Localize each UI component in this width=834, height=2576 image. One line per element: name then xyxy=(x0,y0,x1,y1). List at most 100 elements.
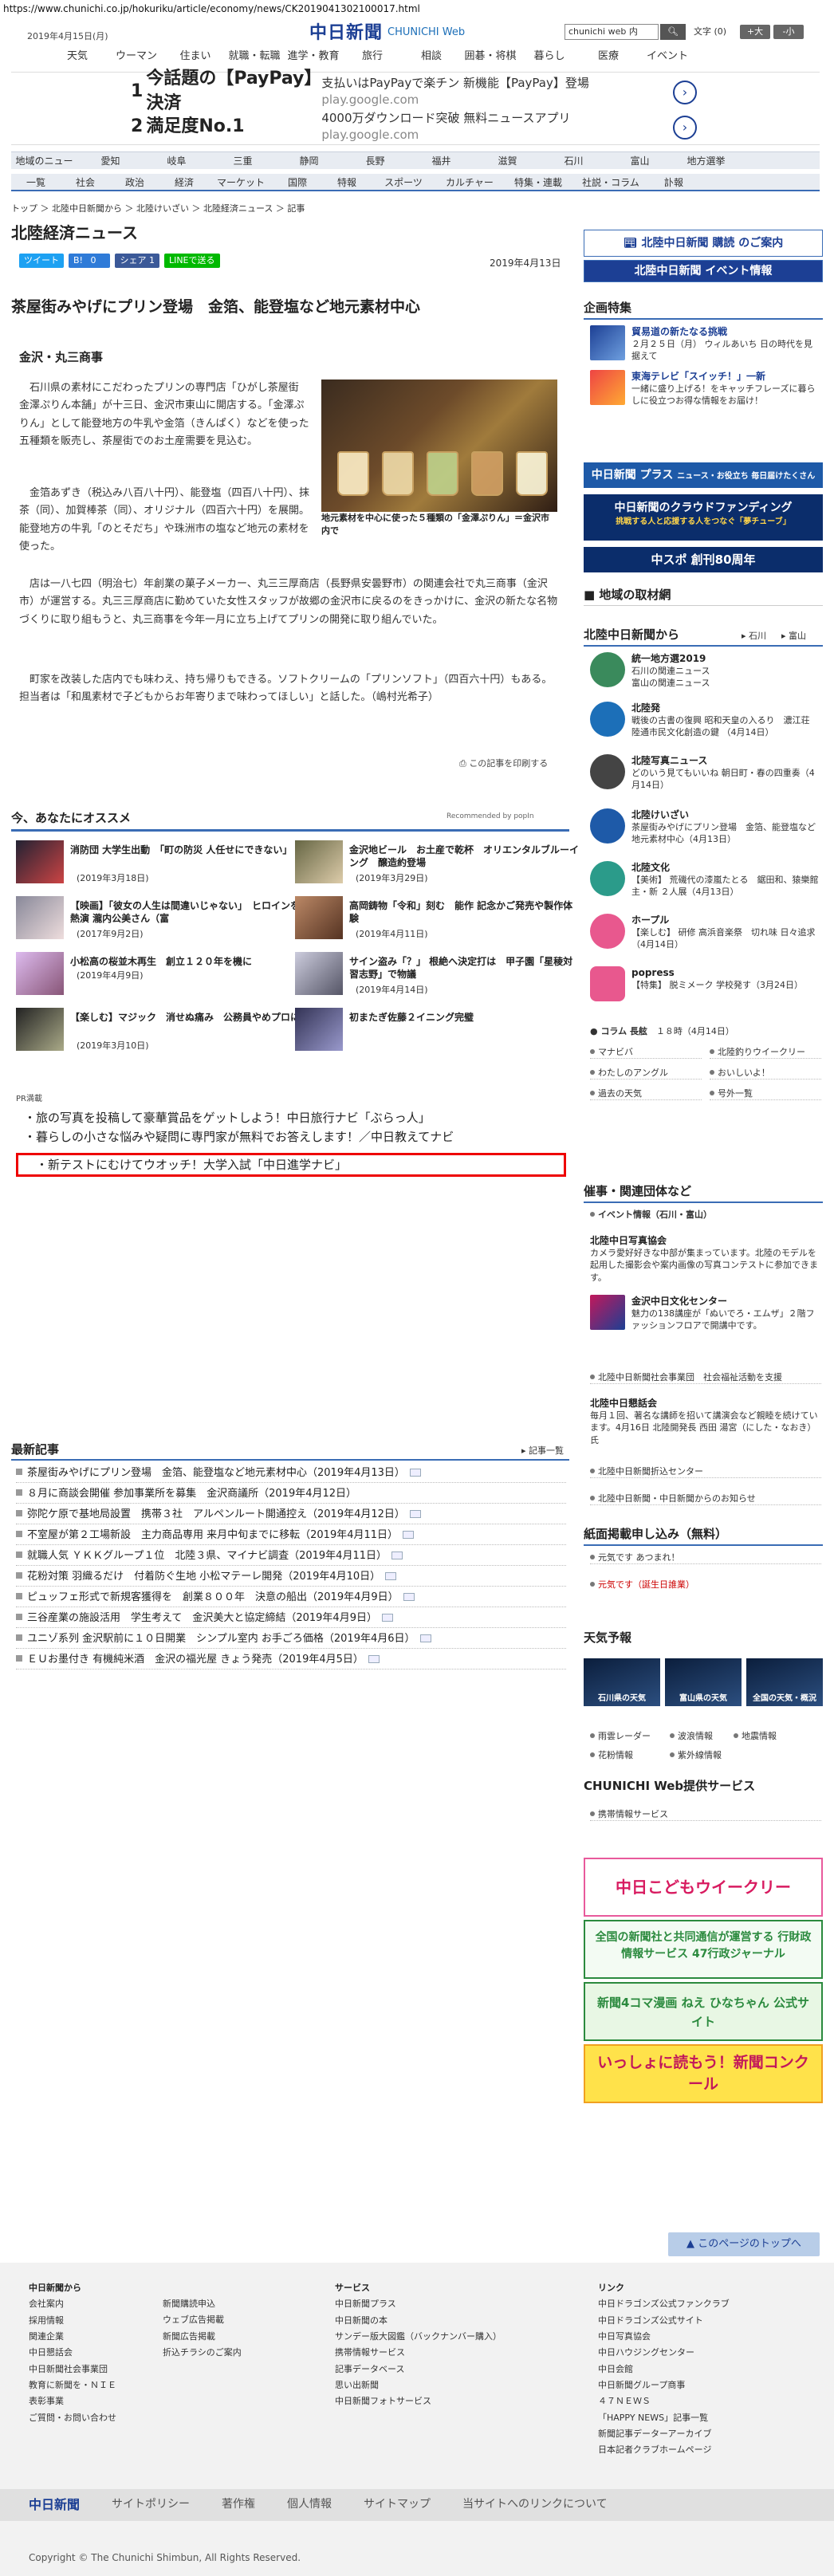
recommend-item-title[interactable]: 小松高の桜並木再生 創立１２０年を機に xyxy=(70,955,301,968)
jigyo-item[interactable]: 北陸中日写真協会 カメラ愛好好きな中部が集まっています。北陸のモデルを起用した撮… xyxy=(590,1234,821,1290)
links-grid-item[interactable]: 号外一覧 xyxy=(710,1087,821,1101)
region-item[interactable]: 静岡 xyxy=(276,152,342,169)
category-item[interactable]: 特報 xyxy=(322,174,372,190)
latest-item[interactable]: ＥＵお墨付き 有機純米酒 金沢の福光屋 きょう発売（2019年4月5日） xyxy=(16,1650,566,1669)
nie-contest-banner[interactable]: いっしょに読もう！新聞コンクール xyxy=(584,2044,823,2103)
hokuriku-item[interactable]: 統一地方選2019 石川の関連ニュース 富山の関連ニュース xyxy=(590,652,821,694)
topnav-item[interactable]: 進学・教育 xyxy=(284,49,343,67)
topnav-item[interactable]: 暮らし xyxy=(520,49,579,67)
region-item[interactable]: 地域のニュース xyxy=(11,152,77,184)
crowdfunding-banner[interactable]: 中日新聞のクラウドファンディング 挑戦する人と応援する人をつなぐ「夢チューブ」 xyxy=(584,494,823,541)
jigyo-link[interactable]: 北陸中日新聞折込センター xyxy=(590,1465,821,1479)
footer-bar-link[interactable]: 著作権 xyxy=(222,2497,255,2513)
region-item[interactable]: 長野 xyxy=(342,152,408,169)
footer-link[interactable]: 中日写真協会 xyxy=(598,2329,730,2345)
recommend-item[interactable]: 小松高の桜並木再生 創立１２０年を機に (2019年4月9日) xyxy=(16,952,287,997)
category-item[interactable]: 特集・連載 xyxy=(504,174,572,190)
region-item[interactable]: 三重 xyxy=(210,152,276,169)
recommend-item-title[interactable]: 【楽しむ】マジック 消せぬ痛み 公務員やめプロに xyxy=(70,1011,301,1024)
weather-link[interactable]: 地震情報 xyxy=(734,1730,777,1742)
hokuriku-item[interactable]: popress 【特集】 脱ミメーク 学校発す（3月24日） xyxy=(590,966,821,1008)
breadcrumb[interactable]: トップ ＞ 北陸中日新聞から ＞ 北陸けいざい ＞ 北陸経済ニュース ＞ 記事 xyxy=(11,203,305,214)
tweet-button[interactable]: ツイート xyxy=(19,254,64,268)
topnav-item[interactable]: 医療 xyxy=(579,49,638,67)
category-item[interactable]: 経済 xyxy=(159,174,209,190)
topnav-item[interactable]: 囲碁・将棋 xyxy=(461,49,520,67)
category-item[interactable]: 社説・コラム xyxy=(572,174,649,190)
ad-text[interactable]: 支払いはPayPayで楽チン 新機能【PayPay】登場 play.google… xyxy=(321,75,624,108)
hokuriku-item[interactable]: ホープル 【楽しむ】 研修 高浜音楽祭 切れ味 日々追求（4月14日） xyxy=(590,914,821,955)
footer-link[interactable]: ご質問・お問い合わせ xyxy=(29,2410,116,2426)
footer-link[interactable]: 折込チラシのご案内 xyxy=(163,2345,242,2361)
topnav-item[interactable]: ウーマン xyxy=(107,49,166,67)
kamen-link[interactable]: 元気です（誕生日誰業） xyxy=(590,1579,821,1591)
footer-link[interactable]: 表彰事業 xyxy=(29,2393,116,2409)
category-item[interactable]: マーケット xyxy=(209,174,273,190)
footer-link[interactable]: 中日新聞の本 xyxy=(335,2313,502,2329)
footer-bar-link[interactable]: 個人情報 xyxy=(287,2497,332,2513)
ad-headline[interactable]: 今話題の【PayPay】決済 xyxy=(146,67,321,116)
footer-link[interactable]: 新聞広告掲載 xyxy=(163,2329,242,2345)
gyozaisei-banner[interactable]: 全国の新聞社と共同通信が運営する 行財政情報サービス 47行政ジャーナル xyxy=(584,1920,823,1979)
region-item[interactable]: 岐阜 xyxy=(144,152,210,169)
footer-link[interactable]: 「HAPPY NEWS」記事一覧 xyxy=(598,2410,730,2426)
region-item[interactable]: 石川 xyxy=(541,152,607,169)
search-button[interactable]: 🔍︎ xyxy=(660,24,686,40)
footer-link[interactable]: 日本記者クラブホームページ xyxy=(598,2442,730,2458)
facebook-share-button[interactable]: シェア 1 xyxy=(115,254,159,268)
footer-link[interactable]: 中日新聞社会事業団 xyxy=(29,2362,116,2377)
site-logo[interactable]: 中日新聞 CHUNICHI Web xyxy=(309,22,525,43)
ad-row-1[interactable]: 1 今話題の【PayPay】決済 支払いはPayPayで楽チン 新機能【PayP… xyxy=(131,69,624,113)
recommend-item-title[interactable]: 初またぎ佐藤２イニング完璧 xyxy=(349,1011,580,1024)
footer-link[interactable]: 中日新聞グループ商事 xyxy=(598,2377,730,2393)
column-link[interactable]: ● コラム 長舷 １８時（4月14日） xyxy=(590,1025,734,1037)
footer-bar-link[interactable]: サイトマップ xyxy=(364,2497,431,2513)
latest-item[interactable]: ピュッフェ形式で新規客獲得を 創業８００年 決意の船出（2019年4月9日） xyxy=(16,1588,566,1607)
footer-link[interactable]: 記事データベース xyxy=(335,2362,502,2377)
latest-item[interactable]: 就職人気 ＹＫＫグループ１位 北陸３県、マイナビ調査（2019年4月11日） xyxy=(16,1547,566,1566)
links-grid-item[interactable]: わたしのアングル xyxy=(590,1067,702,1080)
links-grid-item[interactable]: おいしいよ！ xyxy=(710,1067,821,1080)
footer-link[interactable]: 教育に新聞を・ＮＩＥ xyxy=(29,2377,116,2393)
pr-link[interactable]: ・旅の写真を投稿して豪華賞品をゲットしよう！中日旅行ナビ「ぶらっ人」 xyxy=(24,1110,431,1127)
font-smaller-button[interactable]: -小 xyxy=(773,25,804,39)
latest-item[interactable]: 花粉対策 羽織るだけ 付着防ぐ生地 小松マテーレ開発（2019年4月10日） xyxy=(16,1567,566,1587)
kodomo-weekly-banner[interactable]: 中日こどもウイークリー xyxy=(584,1858,823,1917)
article-photo[interactable] xyxy=(321,380,557,512)
weather-national[interactable]: 全国の天気・概況 xyxy=(746,1658,823,1706)
recommend-item[interactable]: サイン盗み「？」 根絶へ決定打は 甲子園「星稜対習志野」で物議 (2019年4月… xyxy=(295,952,572,997)
hokuriku-item[interactable]: 北陸写真ニュース どのいう見てもいいね 朝日町・春の四重奏（4月14日） xyxy=(590,754,821,796)
footer-link[interactable]: 中日会館 xyxy=(598,2362,730,2377)
latest-more-link[interactable]: ▸ 記事一覧 xyxy=(521,1445,564,1457)
recommend-item[interactable]: 【映画】「彼女の人生は間違いじゃない」 ヒロインを熱演 瀧内公美さん（富 (20… xyxy=(16,896,300,941)
footer-link[interactable]: 思い出新聞 xyxy=(335,2377,502,2393)
pr-link-highlighted[interactable]: ・新テストにむけてウオッチ！大学入試「中日進学ナビ」 xyxy=(16,1153,566,1177)
latest-item[interactable]: ８月に商談会開催 参加事業所を募集 金沢商議所（2019年4月12日） xyxy=(16,1485,566,1504)
category-item[interactable]: 社会 xyxy=(61,174,110,190)
ad-text[interactable]: 4000万ダウンロード突破 無料ニュースアプリ play.google.com xyxy=(321,110,624,144)
weather-link[interactable]: 花粉情報 xyxy=(590,1749,633,1761)
category-item[interactable]: 政治 xyxy=(110,174,159,190)
footer-link[interactable]: 中日新聞プラス xyxy=(335,2296,502,2312)
service-link[interactable]: 携帯情報サービス xyxy=(590,1808,821,1822)
topnav-item[interactable]: 天気 xyxy=(48,49,107,67)
jigyo-item[interactable]: 金沢中日文化センター 魅力の138講座が「ぬいでろ・エムザ」２階ファッションフロ… xyxy=(590,1295,821,1343)
recommend-item-title[interactable]: 高岡鋳物「令和」刻む 能作 記念かご発売や製作体験 xyxy=(349,899,580,925)
footer-link[interactable]: 会社案内 xyxy=(29,2296,116,2312)
footer-link[interactable]: 採用情報 xyxy=(29,2313,116,2329)
recommend-item-title[interactable]: 消防団 大学生出動 「町の防災 人任せにできない」 xyxy=(70,844,301,856)
footer-link[interactable]: サンデー版大図鑑（バックナンバー購入） xyxy=(335,2329,502,2345)
footer-logo[interactable]: 中日新聞 xyxy=(29,2496,80,2514)
latest-item[interactable]: 茶屋街みやげにプリン登場 金箔、能登塩など地元素材中心（2019年4月13日） xyxy=(16,1464,566,1483)
print-link[interactable]: ⎙ この記事を印刷する xyxy=(459,757,548,769)
jigyo-link[interactable]: 北陸中日新聞・中日新聞からのお知らせ xyxy=(590,1493,821,1506)
links-grid-item[interactable]: 過去の天気 xyxy=(590,1087,702,1101)
recommend-item[interactable]: 消防団 大学生出動 「町の防災 人任せにできない」 (2019年3月18日) xyxy=(16,840,292,885)
bookmark-button[interactable]: B! 0 xyxy=(69,254,111,268)
recommend-item[interactable]: 初またぎ佐藤２イニング完璧 xyxy=(295,1008,566,1052)
latest-item[interactable]: 三谷産業の施設活用 学生考えて 金沢美大と協定締結（2019年4月9日） xyxy=(16,1609,566,1628)
region-item[interactable]: 滋賀 xyxy=(474,152,541,169)
category-item[interactable]: 一覧 xyxy=(11,174,61,190)
footer-link[interactable]: ４７ＮＥＷＳ xyxy=(598,2393,730,2409)
recommend-item-title[interactable]: サイン盗み「？」 根絶へ決定打は 甲子園「星稜対習志野」で物議 xyxy=(349,955,580,981)
